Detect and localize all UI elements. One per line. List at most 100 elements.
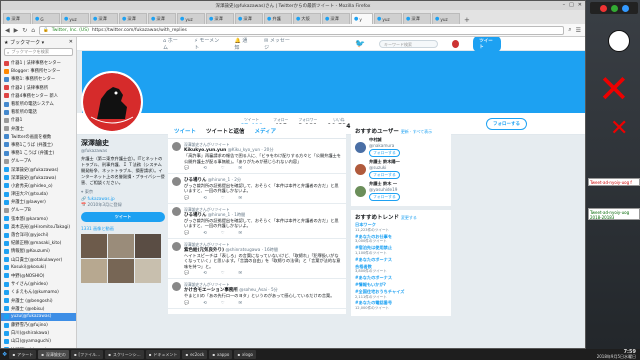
- trend-tag[interactable]: #あなたの電話番号: [355, 300, 392, 305]
- bookmark-item[interactable]: グループA: [1, 157, 76, 165]
- bookmark-item[interactable]: Twitterの画面を複数: [1, 133, 76, 141]
- follow-button[interactable]: フォローする: [486, 117, 527, 130]
- lock-icon[interactable]: 🔒: [43, 28, 49, 33]
- bookmark-item[interactable]: 什器1: [1, 116, 76, 124]
- tweet[interactable]: 深澤諭史さんがリツイート 紫色絵(元気良外り) @shinratsugawa · …: [168, 239, 346, 280]
- user-follow-button[interactable]: フォローする: [369, 193, 400, 201]
- browser-tab[interactable]: ● 深澤: [206, 13, 234, 24]
- trend-tag[interactable]: #全国住宅おうちチャイズ: [355, 289, 404, 294]
- url-bar[interactable]: 🔒 Twitter, Inc. (US) https://twitter.com…: [39, 25, 565, 35]
- bookmark-item[interactable]: 弁護士: [1, 125, 76, 133]
- trend-tag[interactable]: 合格者数: [355, 264, 372, 269]
- dock-icon[interactable]: [621, 4, 629, 12]
- media-thumbnail[interactable]: [135, 233, 161, 258]
- timeline-tab[interactable]: メディア: [255, 127, 277, 135]
- site-identity[interactable]: Twitter, Inc. (US): [52, 28, 89, 33]
- trend-tag[interactable]: #あなたのボーナス: [355, 275, 392, 280]
- bookmark-item[interactable]: Blogger: 事務所センター: [1, 67, 76, 75]
- nav-notifications[interactable]: 🔔 通知: [234, 37, 250, 51]
- taskbar-clock[interactable]: 7:59 2018年9月5日水曜日: [597, 350, 638, 359]
- browser-tab[interactable]: ● yuz: [374, 13, 402, 24]
- profile-link[interactable]: fukazawas.jp: [88, 196, 115, 201]
- media-thumbnail[interactable]: [81, 233, 107, 258]
- bookmark-item[interactable]: 什器2 | 法律事務所: [1, 84, 76, 92]
- bookmark-item[interactable]: 弁護士(@lawyer): [1, 198, 76, 206]
- browser-tab[interactable]: ● 大阪: [293, 13, 321, 24]
- back-icon[interactable]: ◀: [5, 27, 10, 34]
- forward-icon[interactable]: ▶: [14, 27, 19, 34]
- trend-tag[interactable]: #宿泊先は使用禁止: [355, 245, 392, 250]
- browser-tab[interactable]: ● y: [351, 13, 373, 24]
- profile-handle[interactable]: @fukazawas: [81, 148, 165, 153]
- user-avatar[interactable]: [355, 163, 366, 175]
- suggested-user[interactable]: 弁護士 鈴木陽一 @suzuki フォローする: [355, 159, 447, 179]
- browser-tab[interactable]: ● yuz: [432, 13, 460, 24]
- taskbar-item[interactable]: ▪ スクリーンシ…: [105, 350, 144, 359]
- user-avatar[interactable]: [355, 141, 366, 153]
- taskbar-item[interactable]: ▪ xappo: [209, 350, 233, 359]
- bookmark-item[interactable]: 情報屋(@Kouzumi): [1, 247, 76, 255]
- browser-tab[interactable]: ● 深澤: [90, 13, 118, 24]
- reload-icon[interactable]: ↻: [22, 27, 27, 34]
- bookmark-item[interactable]: 津田大介(@tsuda): [1, 190, 76, 198]
- timeline-tab[interactable]: ツイートと返信: [206, 127, 245, 135]
- media-thumbnail[interactable]: [108, 258, 134, 283]
- bookmark-item[interactable]: 紀藤正樹(@masaki_kito): [1, 239, 76, 247]
- bookmark-item[interactable]: 白川(@shirakawa): [1, 329, 76, 337]
- compose-tweet-button[interactable]: ツイート: [473, 37, 501, 52]
- bookmark-item[interactable]: 落合洋司(@yjochi): [1, 231, 76, 239]
- like-icon[interactable]: ♡: [221, 230, 225, 235]
- bookmark-item[interactable]: 事務1 こうば (弁護士): [1, 149, 76, 157]
- like-icon[interactable]: ♡: [221, 165, 225, 170]
- window-titlebar[interactable]: 深澤諭史(@fukazawas)さん | Twitterからの最新ツイート - …: [1, 1, 585, 10]
- taskbar-item[interactable]: ▪ アラート: [9, 350, 37, 359]
- tweet-avatar[interactable]: [172, 142, 181, 151]
- desktop-dock[interactable]: [590, 2, 638, 14]
- bookmark-item[interactable]: 深澤諭史(@fukazawas): [1, 165, 76, 173]
- sticky-note-2[interactable]: Tweet-ad-nyoiy-uog 2018-20183: [588, 208, 640, 220]
- media-header[interactable]: 1331 画像と動画: [81, 226, 165, 232]
- suggested-user[interactable]: 弁護士 鈴木 一 @yasuhide19 フォローする: [355, 181, 447, 201]
- bookmark-item[interactable]: 山口貴士(@otakulawyer): [1, 256, 76, 264]
- bookmark-item[interactable]: Kosuki(@kosuki): [1, 264, 76, 272]
- dock-icon[interactable]: [599, 4, 607, 12]
- trend-item[interactable]: #あなたのボーナス: [355, 257, 447, 263]
- like-icon[interactable]: ♡: [221, 195, 225, 200]
- dm-icon[interactable]: ✉: [239, 270, 243, 275]
- start-menu-icon[interactable]: ❖: [2, 351, 7, 358]
- url-text[interactable]: https://twitter.com/fukazawas/with_repli…: [92, 28, 187, 33]
- browser-tab[interactable]: ● 弁護: [264, 13, 292, 24]
- bookmark-item[interactable]: 看新所の電話: [1, 108, 76, 116]
- search-icon[interactable]: ⌕: [568, 26, 571, 34]
- trend-item[interactable]: #あなたの電話番号 12,000件のツイート: [355, 300, 447, 311]
- trend-tag[interactable]: #あなたのボーナス: [355, 257, 392, 262]
- reply-icon[interactable]: 💬: [184, 270, 189, 275]
- bookmark-item[interactable]: 深澤諭史(@fukazawa): [1, 174, 76, 182]
- tweet-avatar[interactable]: [172, 282, 181, 292]
- twitter-bird-icon[interactable]: 🐦: [355, 39, 365, 48]
- like-icon[interactable]: ♡: [221, 300, 225, 305]
- bookmark-item[interactable]: 看新所の電話システム: [1, 100, 76, 108]
- bookmark-item[interactable]: 中野(@NOSHIO): [1, 272, 76, 280]
- bookmark-item[interactable]: 弁護士 (@ebisu): [1, 305, 76, 313]
- bookmark-item[interactable]: 弁護士 (@bengoshi): [1, 296, 76, 304]
- browser-tab[interactable]: ● yuz: [61, 13, 89, 24]
- browser-tab[interactable]: ● G: [32, 13, 60, 24]
- user-follow-button[interactable]: フォローする: [369, 171, 400, 179]
- close-icon[interactable]: ✕: [578, 2, 582, 8]
- reply-icon[interactable]: 💬: [184, 165, 189, 170]
- browser-tab[interactable]: ● 深澤: [148, 13, 176, 24]
- nav-messages[interactable]: ✉ メッセージ: [264, 37, 291, 51]
- retweet-icon[interactable]: ⟲: [203, 165, 207, 170]
- profile-avatar-small[interactable]: [452, 39, 460, 48]
- trend-item[interactable]: 日本ワーク 11,223件のツイート: [355, 222, 447, 233]
- dm-icon[interactable]: ✉: [239, 300, 243, 305]
- timeline-tab[interactable]: ツイート: [174, 127, 196, 135]
- reply-icon[interactable]: 💬: [184, 300, 189, 305]
- dm-icon[interactable]: ✉: [239, 165, 243, 170]
- sticky-note[interactable]: Tweet-ad-nyoiy-uog f: [588, 178, 640, 186]
- bookmark-item[interactable]: yuzu(@fukazawas): [1, 312, 76, 321]
- browser-tab[interactable]: ● yuz: [177, 13, 205, 24]
- home-icon[interactable]: ⌂: [31, 27, 35, 34]
- trend-tag[interactable]: 日本ワーク: [355, 222, 376, 227]
